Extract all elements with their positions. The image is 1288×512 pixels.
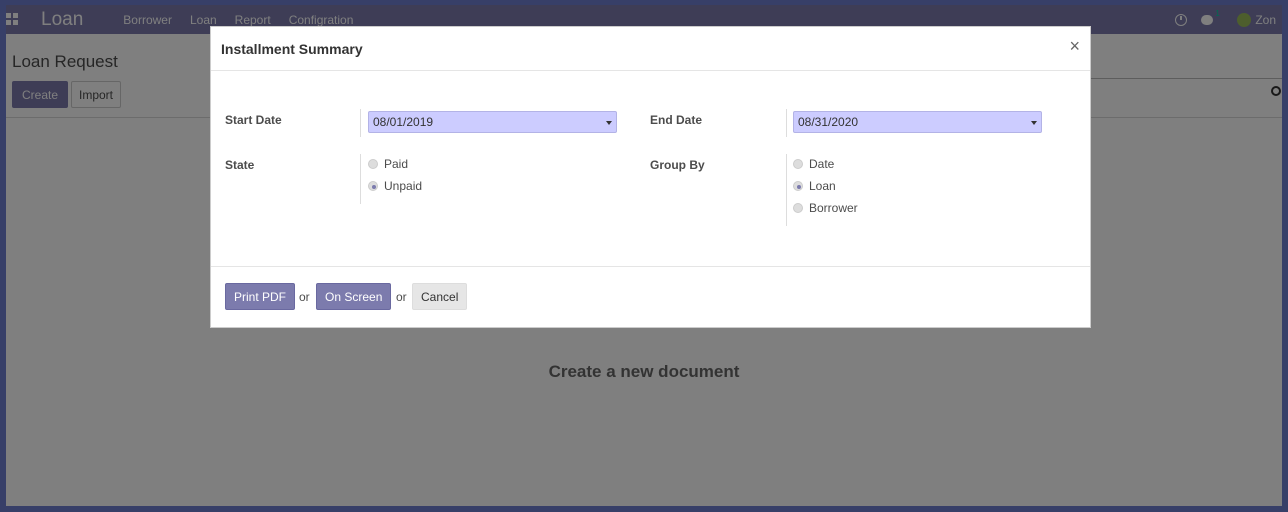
radio-button[interactable]	[368, 181, 378, 191]
radio-label: Borrower	[809, 201, 858, 215]
chevron-down-icon[interactable]	[1031, 121, 1037, 125]
field-divider	[360, 109, 361, 137]
close-icon[interactable]: ×	[1069, 37, 1080, 55]
radio-label: Loan	[809, 179, 836, 193]
field-divider	[360, 154, 361, 204]
end-date-label: End Date	[650, 113, 703, 127]
state-option-unpaid[interactable]: Unpaid	[368, 179, 422, 193]
modal-footer: Print PDF or On Screen or Cancel	[211, 267, 1090, 327]
start-date-label: Start Date	[225, 113, 282, 127]
modal-title: Installment Summary	[221, 41, 363, 57]
radio-label: Date	[809, 157, 835, 171]
radio-button[interactable]	[793, 203, 803, 213]
print-pdf-button[interactable]: Print PDF	[225, 283, 296, 310]
modal-body: Start Date 08/01/2019 End Date 08/31/202…	[211, 71, 1090, 267]
state-label: State	[225, 158, 255, 172]
or-separator: or	[396, 290, 407, 304]
chevron-down-icon[interactable]	[606, 121, 612, 125]
radio-button[interactable]	[793, 159, 803, 169]
field-divider	[786, 109, 787, 137]
radio-button[interactable]	[368, 159, 378, 169]
start-date-field[interactable]: 08/01/2019	[368, 111, 617, 133]
field-divider	[786, 154, 787, 226]
group-by-option-date[interactable]: Date	[793, 157, 834, 171]
start-date-value: 08/01/2019	[373, 115, 434, 129]
or-separator: or	[299, 290, 310, 304]
modal-header: Installment Summary ×	[211, 27, 1090, 71]
group-by-option-loan[interactable]: Loan	[793, 179, 836, 193]
on-screen-button[interactable]: On Screen	[316, 283, 392, 310]
radio-button[interactable]	[793, 181, 803, 191]
radio-label: Paid	[384, 157, 409, 171]
radio-label: Unpaid	[384, 179, 423, 193]
end-date-field[interactable]: 08/31/2020	[793, 111, 1042, 133]
end-date-value: 08/31/2020	[798, 115, 859, 129]
installment-summary-dialog: Installment Summary × Start Date 08/01/2…	[210, 26, 1091, 328]
group-by-option-borrower[interactable]: Borrower	[793, 201, 858, 215]
cancel-button[interactable]: Cancel	[412, 283, 468, 310]
group-by-label: Group By	[650, 158, 705, 172]
state-option-paid[interactable]: Paid	[368, 157, 408, 171]
